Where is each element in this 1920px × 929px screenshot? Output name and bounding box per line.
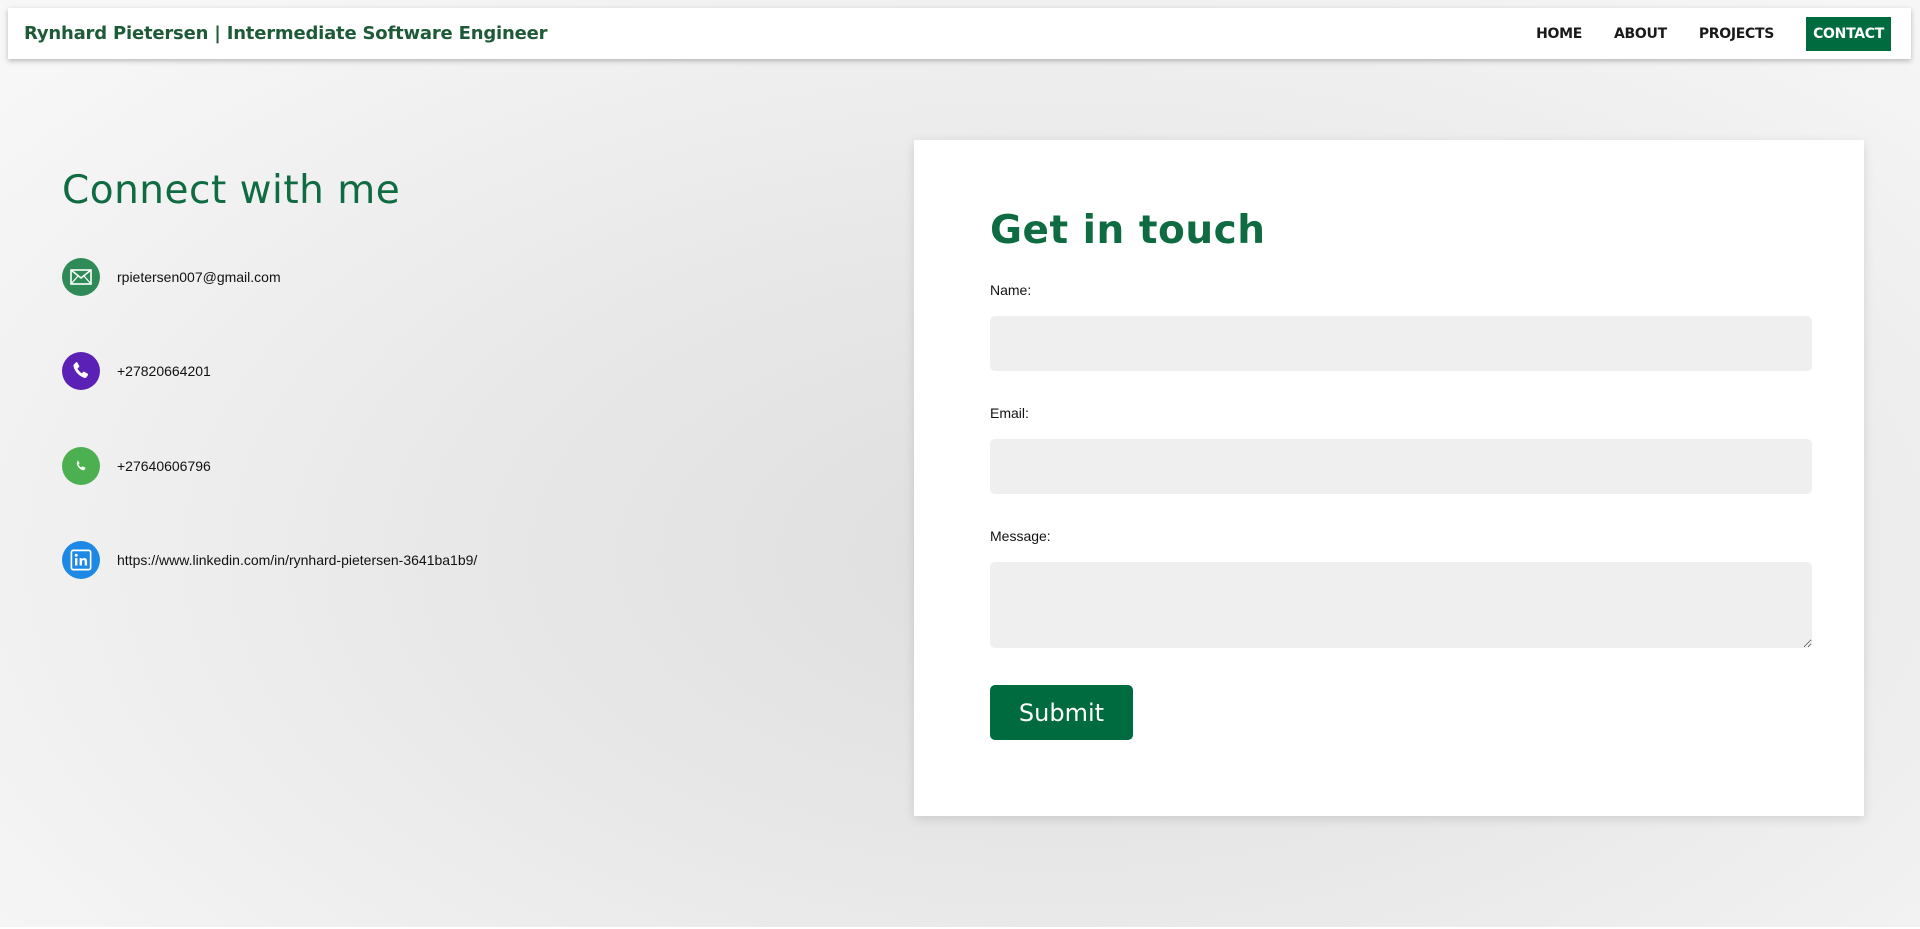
whatsapp-text[interactable]: +27640606796 bbox=[117, 458, 211, 474]
phone-text[interactable]: +27820664201 bbox=[117, 363, 211, 379]
email-input[interactable] bbox=[990, 439, 1812, 494]
nav-home-link[interactable]: HOME bbox=[1520, 18, 1598, 50]
contact-item-linkedin: https://www.linkedin.com/in/rynhard-piet… bbox=[62, 541, 477, 579]
name-input[interactable] bbox=[990, 316, 1812, 371]
message-label: Message: bbox=[990, 528, 1051, 544]
brand-title[interactable]: Rynhard Pietersen | Intermediate Softwar… bbox=[24, 23, 548, 44]
contact-form-card: Get in touch Name: Email: Message: Submi… bbox=[914, 140, 1864, 816]
nav-contact-link[interactable]: CONTACT bbox=[1806, 16, 1891, 51]
nav-about-link[interactable]: ABOUT bbox=[1598, 18, 1683, 50]
email-icon bbox=[62, 258, 100, 296]
submit-button[interactable]: Submit bbox=[990, 685, 1133, 740]
phone-icon bbox=[62, 352, 100, 390]
form-title: Get in touch bbox=[990, 208, 1266, 253]
name-label: Name: bbox=[990, 282, 1032, 298]
message-textarea[interactable] bbox=[990, 562, 1812, 648]
navbar: Rynhard Pietersen | Intermediate Softwar… bbox=[8, 8, 1911, 59]
email-text[interactable]: rpietersen007@gmail.com bbox=[117, 269, 281, 285]
linkedin-icon bbox=[62, 541, 100, 579]
nav-projects-link[interactable]: PROJECTS bbox=[1683, 18, 1790, 50]
connect-title: Connect with me bbox=[62, 168, 401, 213]
contact-page: Rynhard Pietersen | Intermediate Softwar… bbox=[0, 0, 1920, 927]
email-label: Email: bbox=[990, 405, 1029, 421]
contact-item-email: rpietersen007@gmail.com bbox=[62, 258, 281, 296]
contact-item-whatsapp: +27640606796 bbox=[62, 447, 211, 485]
whatsapp-icon bbox=[62, 447, 100, 485]
linkedin-text[interactable]: https://www.linkedin.com/in/rynhard-piet… bbox=[117, 552, 477, 568]
contact-item-phone: +27820664201 bbox=[62, 352, 211, 390]
nav-links: HOME ABOUT PROJECTS CONTACT bbox=[1520, 16, 1891, 51]
